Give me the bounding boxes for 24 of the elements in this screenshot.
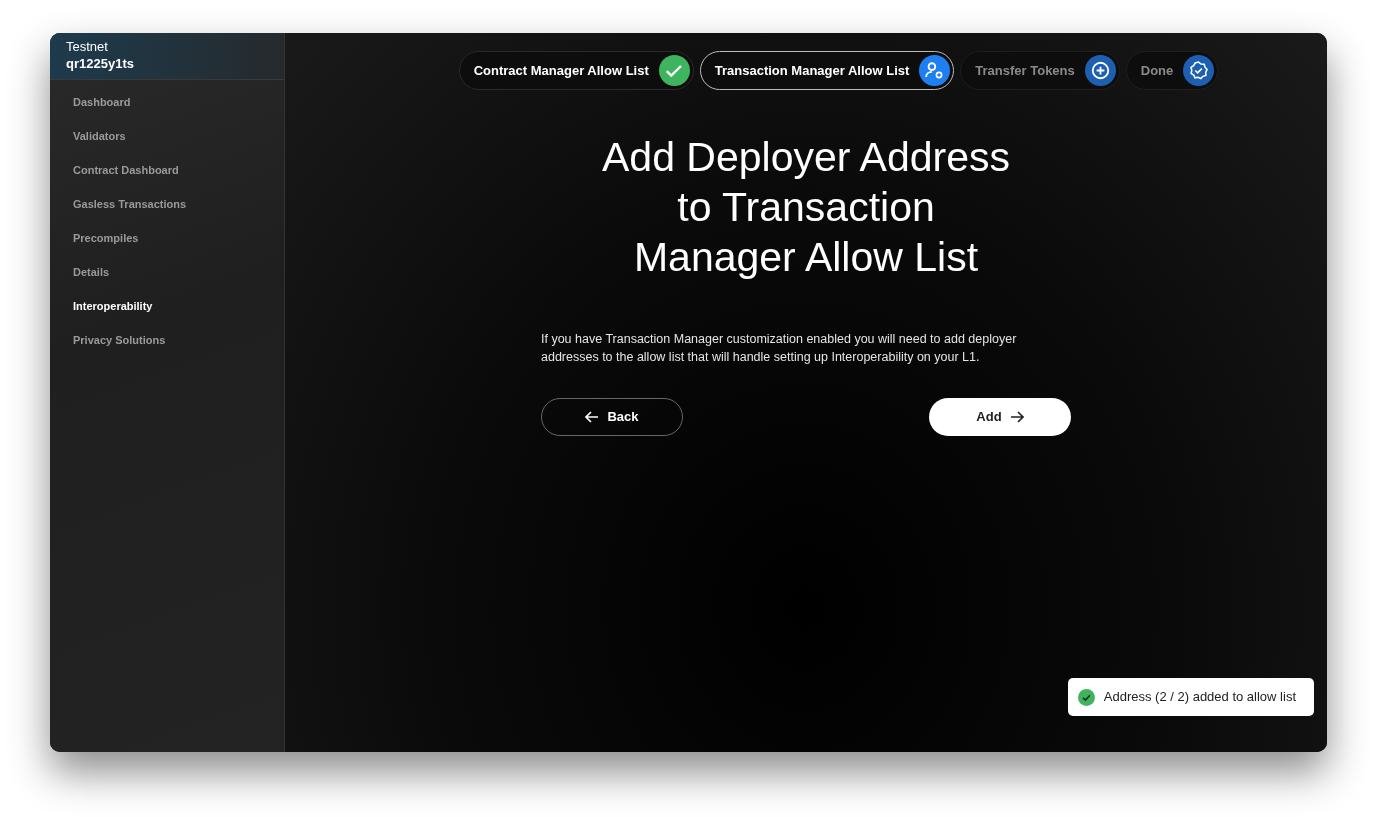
sidebar-item[interactable]: Contract Dashboard: [73, 162, 261, 178]
sidebar-item[interactable]: Details: [73, 264, 261, 280]
check-circle-icon: [1077, 688, 1095, 706]
sidebar-item[interactable]: Validators: [73, 128, 261, 144]
chain-name: qr1225y1ts: [66, 55, 135, 73]
step-tab[interactable]: Transfer Tokens: [960, 51, 1120, 90]
check-icon: [658, 55, 690, 86]
step-tab[interactable]: Transaction Manager Allow List: [699, 51, 955, 90]
badge-check-icon: [1183, 55, 1215, 86]
description-text: If you have Transaction Manager customization enabled you will need to add deployer addresses to the allow list that will handle setting up Interoperability on your L1.: [541, 331, 1018, 366]
step-tab[interactable]: Contract Manager Allow List: [458, 51, 694, 90]
sidebar-item[interactable]: Interoperability: [73, 298, 261, 314]
add-button[interactable]: Add: [929, 398, 1071, 436]
sidebar-item[interactable]: Gasless Transactions: [73, 196, 261, 212]
plus-circle-icon: [1084, 55, 1116, 86]
toast-message: Address (2 / 2) added to allow list: [1103, 688, 1297, 707]
step-tab[interactable]: Done: [1125, 51, 1219, 90]
sidebar-item[interactable]: Privacy Solutions: [73, 332, 261, 348]
page-title: Add Deployer Address to Transaction Manager Allow List: [601, 133, 1011, 282]
network-label: Testnet: [66, 39, 109, 55]
sidebar-item[interactable]: Precompiles: [73, 230, 261, 246]
arrow-left-icon: [585, 411, 600, 423]
arrow-right-icon: [1009, 411, 1024, 423]
sidebar-item[interactable]: Dashboard: [73, 94, 261, 110]
